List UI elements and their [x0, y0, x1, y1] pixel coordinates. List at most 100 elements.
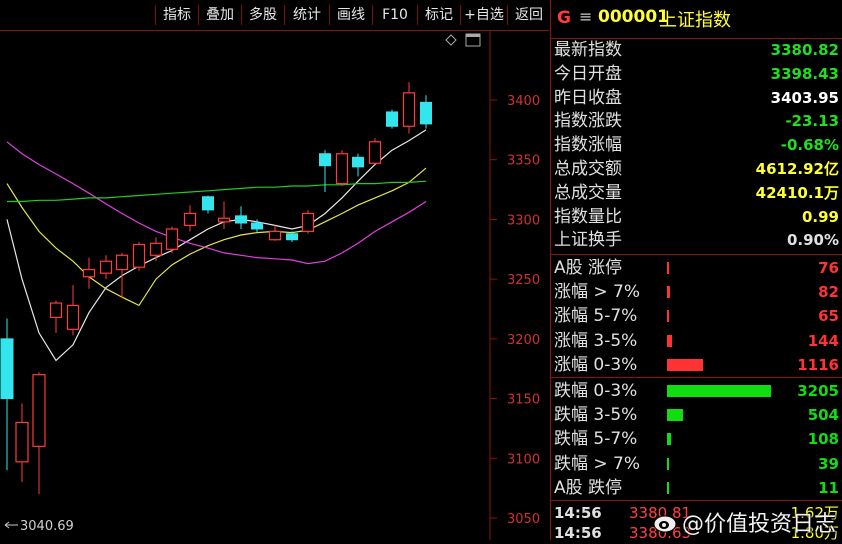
candle-body	[368, 141, 382, 164]
y-tick-label: 3050	[507, 512, 540, 527]
advance-bar	[667, 286, 670, 299]
quote-row-label: 昨日收盘	[554, 87, 622, 108]
decline-row: 跌幅 > 7% 39	[551, 452, 842, 476]
advance-row: 涨幅 > 7% 82	[551, 280, 842, 304]
quote-row: 上证换手 0.90%	[551, 229, 842, 252]
decline-bar	[667, 457, 669, 470]
advance-row-label: 涨幅 > 7%	[554, 282, 641, 303]
add-watchlist-button[interactable]: +自选	[460, 5, 507, 25]
candle-body	[15, 421, 29, 463]
overlay-button[interactable]: 叠加	[198, 5, 241, 25]
y-axis: 3050 3100 3150 3200 3250 3300 3350 3400	[490, 94, 540, 527]
advance-row: 涨幅 3-5% 144	[551, 329, 842, 353]
draw-line-button[interactable]: 画线	[329, 5, 372, 25]
low-marker: 3040.69	[4, 519, 74, 534]
decline-row-value: 39	[818, 454, 839, 473]
divider	[551, 377, 842, 378]
advance-bar	[667, 334, 672, 347]
f10-button[interactable]: F10	[372, 5, 417, 25]
candle-body	[301, 212, 315, 232]
advance-row-label: A股 涨停	[554, 258, 623, 278]
divider	[551, 254, 842, 255]
quote-row-value: 3380.82	[770, 41, 839, 59]
advance-row-label: 涨幅 5-7%	[554, 306, 638, 327]
advance-row: A股 涨停 76	[551, 256, 842, 280]
stock-name: 上证指数	[659, 10, 731, 31]
quote-row-value: 3403.95	[770, 88, 839, 107]
quote-row-label: 指数量比	[554, 206, 622, 227]
kline-svg[interactable]: 3050 3100 3150 3200 3250 3300 3350 3400 3040.69	[0, 31, 549, 540]
watermark-text: @价值投资日志	[682, 512, 837, 537]
decline-row-value: 3205	[797, 382, 839, 400]
decline-row-label: 跌幅 3-5%	[554, 405, 638, 426]
y-tick-label: 3400	[507, 94, 540, 109]
advance-row-value: 1116	[797, 355, 839, 374]
quote-row-label: 指数涨跌	[554, 111, 622, 132]
quote-row: 指数涨幅 -0.68%	[551, 134, 842, 157]
decline-bar	[667, 433, 671, 446]
quote-row-label: 指数涨幅	[554, 135, 622, 156]
decline-bar	[667, 385, 771, 397]
menu-icon[interactable]: ≡	[579, 7, 592, 26]
candle-body	[217, 217, 231, 223]
candle-body	[0, 338, 14, 400]
y-tick-label: 3350	[507, 154, 540, 169]
tick-time: 14:56	[554, 504, 602, 522]
quote-row: 今日开盘 3398.43	[551, 63, 842, 86]
decline-row-value: 11	[818, 478, 839, 497]
ma-line-4	[7, 180, 427, 203]
indicator-button[interactable]: 指标	[155, 5, 198, 25]
advance-row: 涨幅 5-7% 65	[551, 304, 842, 328]
chart-toolbar: 指标 叠加 多股 统计 画线 F10 标记 +自选 返回	[0, 0, 549, 31]
divider	[551, 500, 842, 501]
y-tick-label: 3100	[507, 452, 540, 467]
advance-row-value: 76	[818, 259, 839, 277]
quote-row: 指数量比 0.99	[551, 206, 842, 229]
mark-button[interactable]: 标记	[417, 5, 460, 25]
candle-body	[149, 242, 163, 256]
advance-row-value: 82	[818, 283, 839, 302]
y-tick-label: 3200	[507, 333, 540, 348]
advance-bar	[667, 262, 669, 274]
quote-row-value: 4612.92亿	[755, 160, 839, 178]
advance-bar	[667, 358, 703, 371]
statistics-button[interactable]: 统计	[284, 5, 329, 25]
quote-row-value: 3398.43	[770, 64, 839, 83]
window-icon[interactable]	[465, 33, 481, 47]
candle-body	[402, 92, 416, 127]
candle-body	[115, 254, 129, 271]
quote-panel: G ≡ 000001 上证指数 最新指数 3380.82 今日开盘 3398.43 昨日…	[550, 0, 842, 542]
quote-row: 最新指数 3380.82	[551, 39, 842, 62]
candle-body	[286, 233, 298, 241]
decline-row-label: 跌幅 > 7%	[554, 453, 641, 474]
back-button[interactable]: 返回	[507, 5, 550, 25]
weibo-logo	[653, 515, 677, 533]
kline-chart[interactable]: 3050 3100 3150 3200 3250 3300 3350 3400 3040.69	[0, 31, 549, 540]
quote-row-label: 最新指数	[554, 40, 622, 60]
candle-body	[183, 212, 197, 226]
candle-body	[386, 111, 398, 127]
quote-row-value: -23.13	[785, 112, 839, 131]
y-tick-label: 3250	[507, 273, 540, 288]
quote-header: G ≡ 000001 上证指数	[551, 0, 842, 38]
quote-row-value: 0.90%	[786, 231, 839, 250]
advance-row-value: 144	[807, 331, 839, 350]
candle-body	[32, 374, 46, 447]
y-tick-label: 3150	[507, 393, 540, 408]
candle-body	[132, 243, 146, 268]
tick-time: 14:56	[554, 524, 602, 542]
low-marker-label: 3040.69	[20, 519, 74, 534]
candle-body	[335, 153, 349, 185]
multi-stock-button[interactable]: 多股	[241, 5, 284, 25]
quote-row-value: 0.99	[801, 207, 839, 226]
candle-body	[66, 304, 80, 330]
advance-row-value: 65	[818, 307, 839, 326]
g-badge[interactable]: G	[557, 8, 571, 28]
candle-body	[319, 153, 331, 167]
candle-body	[99, 260, 113, 274]
quote-row: 总成交量 42410.1万	[551, 182, 842, 205]
decline-row-value: 108	[807, 430, 839, 449]
decline-row-value: 504	[807, 406, 839, 425]
decline-row: 跌幅 5-7% 108	[551, 427, 842, 451]
diamond-icon[interactable]	[445, 34, 457, 46]
